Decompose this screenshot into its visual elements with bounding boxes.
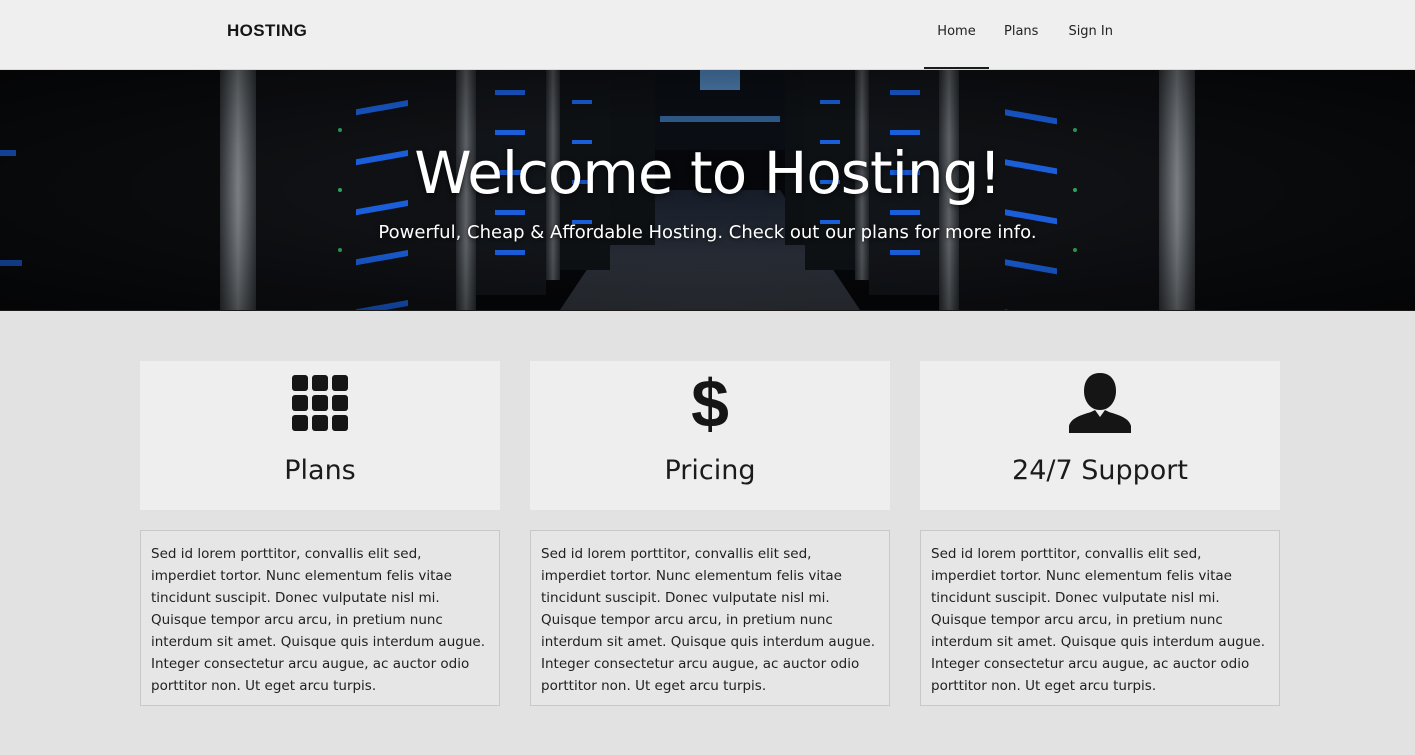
feature-description: Sed id lorem porttitor, convallis elit s… bbox=[920, 530, 1280, 706]
grid-icon bbox=[140, 373, 500, 433]
feature-plans: Plans Sed id lorem porttitor, convallis … bbox=[140, 361, 500, 706]
feature-title: Plans bbox=[284, 455, 356, 486]
features-section: Plans Sed id lorem porttitor, convallis … bbox=[140, 361, 1280, 706]
feature-description: Sed id lorem porttitor, convallis elit s… bbox=[530, 530, 890, 706]
hero-title: Welcome to Hosting! bbox=[414, 139, 1001, 207]
feature-title: Pricing bbox=[664, 455, 756, 486]
feature-support: 24/7 Support Sed id lorem porttitor, con… bbox=[920, 361, 1280, 706]
feature-card: 24/7 Support bbox=[920, 361, 1280, 510]
feature-description: Sed id lorem porttitor, convallis elit s… bbox=[140, 530, 500, 706]
nav-menu: Home Plans Sign In bbox=[924, 0, 1128, 69]
navbar: HOSTING Home Plans Sign In bbox=[0, 0, 1415, 70]
user-icon bbox=[920, 373, 1280, 433]
svg-text:$: $ bbox=[691, 371, 729, 435]
dollar-icon: $ bbox=[530, 371, 890, 435]
hero-subtitle: Powerful, Cheap & Affordable Hosting. Ch… bbox=[378, 222, 1037, 243]
nav-link-plans[interactable]: Plans bbox=[989, 0, 1053, 69]
feature-card: $ Pricing bbox=[530, 361, 890, 510]
nav-link-home[interactable]: Home bbox=[924, 0, 989, 69]
feature-title: 24/7 Support bbox=[1012, 455, 1188, 486]
hero-banner: Welcome to Hosting! Powerful, Cheap & Af… bbox=[0, 70, 1415, 311]
nav-link-sign-in[interactable]: Sign In bbox=[1053, 0, 1128, 69]
feature-pricing: $ Pricing Sed id lorem porttitor, conval… bbox=[530, 361, 890, 706]
brand-logo[interactable]: HOSTING bbox=[227, 21, 307, 41]
feature-card: Plans bbox=[140, 361, 500, 510]
